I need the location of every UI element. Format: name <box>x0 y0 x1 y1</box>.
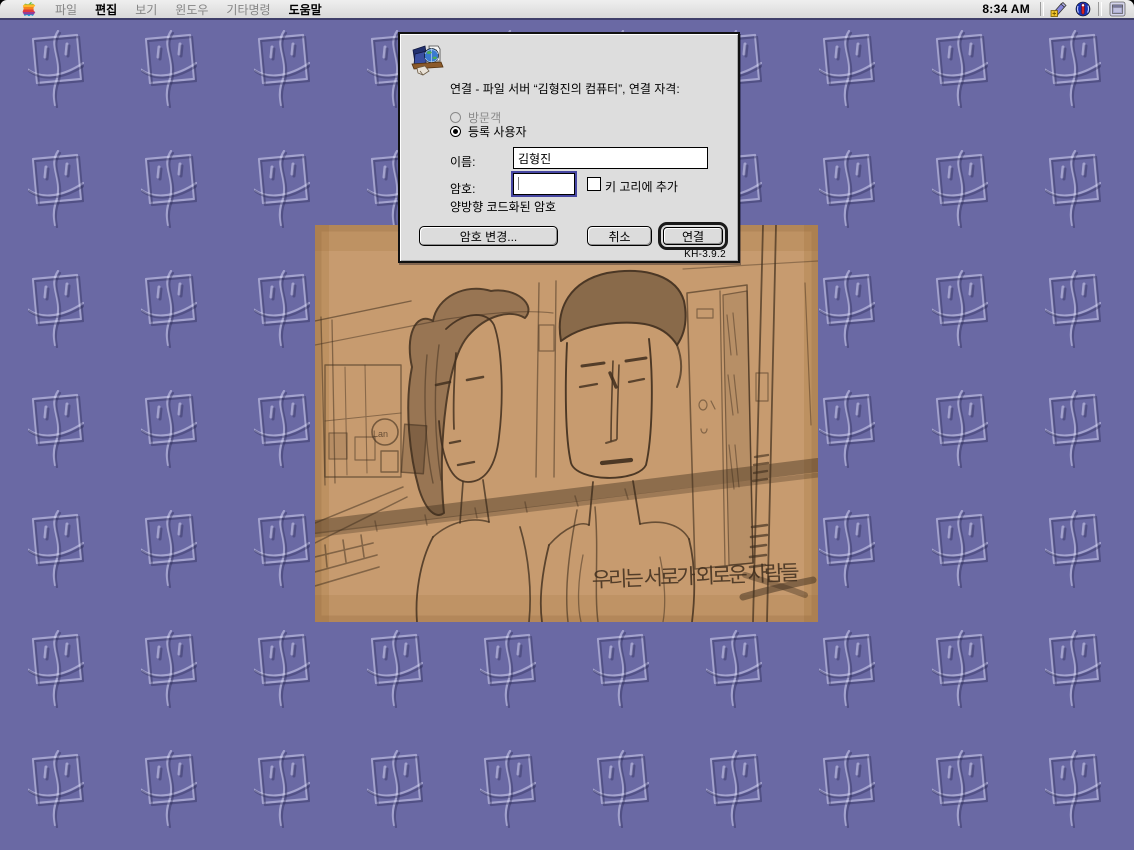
menubar-divider <box>1098 2 1102 16</box>
finder-logo-emboss-icon <box>254 510 310 588</box>
finder-logo-emboss-icon <box>28 510 84 588</box>
radio-registered-circle[interactable] <box>450 126 461 137</box>
app-blue-circle-icon[interactable] <box>1074 1 1092 17</box>
finder-logo-emboss-icon <box>819 390 875 468</box>
finder-logo-emboss-icon <box>254 150 310 228</box>
finder-logo-emboss-icon <box>932 630 988 708</box>
finder-logo-emboss-icon <box>706 630 762 708</box>
finder-logo-emboss-icon <box>254 630 310 708</box>
connect-file-server-icon <box>410 42 444 76</box>
finder-logo-emboss-icon <box>28 30 84 108</box>
finder-logo-emboss-icon <box>28 750 84 828</box>
finder-logo-emboss-icon <box>932 510 988 588</box>
menu-window[interactable]: 윈도우 <box>166 0 217 20</box>
finder-logo-emboss-icon <box>819 750 875 828</box>
connect-default-button-ring: 연결 <box>658 222 728 250</box>
finder-logo-emboss-icon <box>141 750 197 828</box>
connect-to-server-dialog: 연결 - 파일 서버 “김형진의 컴퓨터”, 연결 자격: 방문객 등록 사용자… <box>398 32 740 263</box>
finder-logo-emboss-icon <box>1045 510 1101 588</box>
finder-logo-emboss-icon <box>593 750 649 828</box>
apple-menu[interactable] <box>22 2 36 17</box>
keychain-checkbox[interactable] <box>587 177 601 191</box>
radio-guest-circle[interactable] <box>450 112 461 123</box>
finder-logo-emboss-icon <box>819 510 875 588</box>
finder-logo-emboss-icon <box>141 390 197 468</box>
apple-logo-icon <box>22 2 36 17</box>
finder-logo-emboss-icon <box>932 30 988 108</box>
finder-logo-emboss-icon <box>141 150 197 228</box>
finder-logo-emboss-icon <box>1045 630 1101 708</box>
finder-logo-emboss-icon <box>819 30 875 108</box>
finder-logo-emboss-icon <box>1045 150 1101 228</box>
finder-logo-emboss-icon <box>932 390 988 468</box>
menu-special[interactable]: 기타명령 <box>217 0 279 20</box>
finder-logo-emboss-icon <box>819 270 875 348</box>
connect-button[interactable]: 연결 <box>663 227 723 245</box>
active-app-window-icon[interactable] <box>1108 1 1126 17</box>
desktop-picture: 우리는 서로가 외로운 사람들 Lan <box>315 225 818 622</box>
menu-view[interactable]: 보기 <box>126 0 166 20</box>
version-label: KH-3.9.2 <box>684 249 726 260</box>
finder-logo-emboss-icon <box>932 270 988 348</box>
menu-edit[interactable]: 편집 <box>86 0 126 20</box>
finder-logo-emboss-icon <box>932 150 988 228</box>
finder-logo-emboss-icon <box>1045 750 1101 828</box>
finder-logo-emboss-icon <box>254 750 310 828</box>
menubar-clock[interactable]: 8:34 AM <box>982 2 1030 16</box>
cancel-button[interactable]: 취소 <box>587 226 652 246</box>
menu-help[interactable]: 도움말 <box>280 0 331 20</box>
finder-logo-emboss-icon <box>367 750 423 828</box>
finder-logo-emboss-icon <box>819 630 875 708</box>
finder-logo-emboss-icon <box>28 390 84 468</box>
finder-logo-emboss-icon <box>480 630 536 708</box>
picture-lan-scribble: Lan <box>373 429 388 439</box>
finder-logo-emboss-icon <box>254 30 310 108</box>
name-input[interactable] <box>513 147 708 169</box>
keychain-checkbox-label: 키 고리에 추가 <box>605 178 678 195</box>
input-method-pencil-icon[interactable] <box>1050 1 1068 17</box>
finder-logo-emboss-icon <box>1045 390 1101 468</box>
password-input[interactable] <box>513 173 575 195</box>
finder-logo-emboss-icon <box>367 630 423 708</box>
finder-logo-emboss-icon <box>28 630 84 708</box>
menu-file[interactable]: 파일 <box>46 0 86 20</box>
finder-logo-emboss-icon <box>141 30 197 108</box>
menubar-divider <box>1040 2 1044 16</box>
dialog-title: 연결 - 파일 서버 “김형진의 컴퓨터”, 연결 자격: <box>450 82 728 96</box>
desktop: 우리는 서로가 외로운 사람들 Lan 연결 <box>0 19 1134 850</box>
name-label: 이름: <box>450 153 475 170</box>
change-password-button[interactable]: 암호 변경... <box>419 226 558 246</box>
radio-registered-user[interactable]: 등록 사용자 <box>450 125 527 138</box>
text-caret <box>518 177 519 190</box>
menu-bar: 파일 편집 보기 윈도우 기타명령 도움말 8:34 AM <box>0 0 1134 19</box>
radio-registered-label: 등록 사용자 <box>468 123 527 140</box>
finder-logo-emboss-icon <box>593 630 649 708</box>
finder-logo-emboss-icon <box>480 750 536 828</box>
finder-logo-emboss-icon <box>932 750 988 828</box>
finder-logo-emboss-icon <box>141 270 197 348</box>
password-label: 암호: <box>450 180 475 197</box>
password-encryption-hint: 양방향 코드화된 암호 <box>450 198 556 215</box>
finder-logo-emboss-icon <box>819 150 875 228</box>
finder-logo-emboss-icon <box>706 750 762 828</box>
finder-logo-emboss-icon <box>28 270 84 348</box>
finder-logo-emboss-icon <box>1045 30 1101 108</box>
finder-logo-emboss-icon <box>141 630 197 708</box>
finder-logo-emboss-icon <box>1045 270 1101 348</box>
finder-logo-emboss-icon <box>141 510 197 588</box>
finder-logo-emboss-icon <box>254 390 310 468</box>
finder-logo-emboss-icon <box>28 150 84 228</box>
finder-logo-emboss-icon <box>254 270 310 348</box>
